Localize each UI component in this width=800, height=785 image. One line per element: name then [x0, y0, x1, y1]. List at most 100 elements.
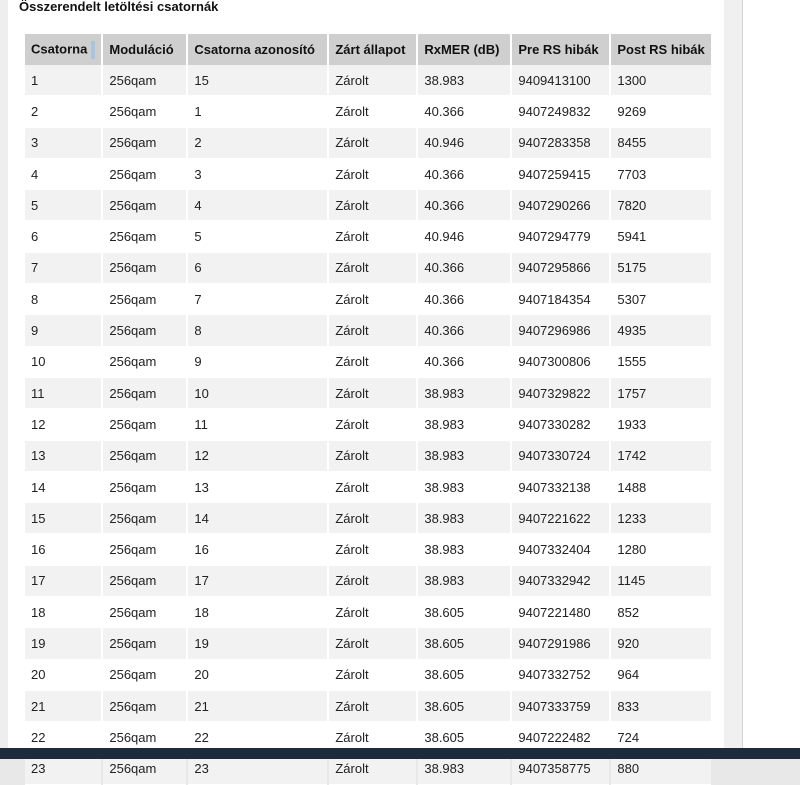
cell-channel-id: 1 — [188, 96, 328, 128]
table-row: 18 256qam 18 Zárolt 38.605 9407221480 852 — [25, 597, 711, 629]
cell-modulation: 256qam — [103, 252, 187, 285]
taskbar — [0, 748, 800, 759]
column-header-channel-id[interactable]: Csatorna azonosító — [188, 34, 328, 65]
cell-post-rs-errors: 4935 — [611, 315, 711, 347]
cell-post-rs-errors: 5941 — [611, 221, 711, 253]
column-header-rxmer[interactable]: RxMER (dB) — [418, 34, 511, 65]
cell-modulation: 256qam — [103, 534, 187, 566]
cell-channel-id: 2 — [188, 127, 328, 159]
column-header-post-rs-errors[interactable]: Post RS hibák — [611, 34, 711, 65]
right-blank-area — [743, 0, 800, 759]
column-header-label: Csatorna — [31, 40, 88, 56]
cell-post-rs-errors: 1300 — [611, 65, 711, 97]
cell-rxmer: 40.366 — [418, 96, 511, 128]
cell-post-rs-errors: 1145 — [611, 565, 711, 598]
cell-rxmer: 38.983 — [418, 409, 511, 441]
scrollbar-track[interactable] — [724, 0, 743, 759]
table-row: 9 256qam 8 Zárolt 40.366 9407296986 4935 — [25, 315, 711, 347]
table-row: 11 256qam 10 Zárolt 38.983 9407329822 1757 — [25, 377, 711, 410]
cell-channel: 15 — [25, 503, 102, 535]
cell-lock-status: Zárolt — [329, 471, 417, 504]
table-row: 3 256qam 2 Zárolt 40.946 9407283358 8455 — [25, 127, 711, 159]
cell-post-rs-errors: 1742 — [611, 440, 711, 472]
cell-rxmer: 38.605 — [418, 597, 511, 629]
cell-rxmer: 38.983 — [418, 534, 511, 566]
cell-rxmer: 40.366 — [418, 284, 511, 316]
cell-channel-id: 14 — [188, 503, 328, 535]
column-header-lock-status[interactable]: Zárt állapot — [329, 34, 417, 65]
cell-pre-rs-errors: 9407296986 — [512, 315, 610, 347]
cell-channel: 10 — [25, 346, 102, 378]
cell-post-rs-errors: 9269 — [611, 96, 711, 128]
cell-rxmer: 40.946 — [418, 221, 511, 253]
cell-pre-rs-errors: 9407283358 — [512, 127, 610, 159]
table-row: 12 256qam 11 Zárolt 38.983 9407330282 1933 — [25, 409, 711, 441]
cell-channel-id: 9 — [188, 346, 328, 378]
cell-channel-id: 19 — [188, 628, 328, 660]
cell-post-rs-errors: 1233 — [611, 503, 711, 535]
cell-lock-status: Zárolt — [329, 534, 417, 566]
table-row: 19 256qam 19 Zárolt 38.605 9407291986 920 — [25, 628, 711, 660]
cell-rxmer: 38.983 — [418, 503, 511, 535]
cell-channel-id: 6 — [188, 252, 328, 285]
cell-channel-id: 11 — [188, 409, 328, 441]
table-row: 8 256qam 7 Zárolt 40.366 9407184354 5307 — [25, 284, 711, 316]
cell-modulation: 256qam — [103, 127, 187, 159]
cell-rxmer: 38.983 — [418, 471, 511, 504]
cell-lock-status: Zárolt — [329, 127, 417, 159]
cell-modulation: 256qam — [103, 377, 187, 410]
table-row: 1 256qam 15 Zárolt 38.983 9409413100 1300 — [25, 65, 711, 97]
cell-pre-rs-errors: 9407330282 — [512, 409, 610, 441]
cell-rxmer: 40.366 — [418, 252, 511, 285]
column-header-channel[interactable]: Csatorna — [25, 34, 102, 65]
left-gutter — [0, 0, 8, 759]
column-resize-handle[interactable] — [91, 40, 96, 59]
cell-channel: 3 — [25, 127, 102, 159]
cell-pre-rs-errors: 9407332138 — [512, 471, 610, 504]
cell-channel: 8 — [25, 284, 102, 316]
cell-lock-status: Zárolt — [329, 190, 417, 222]
cell-pre-rs-errors: 9407290266 — [512, 190, 610, 222]
cell-lock-status: Zárolt — [329, 65, 417, 97]
column-header-pre-rs-errors[interactable]: Pre RS hibák — [512, 34, 610, 65]
cell-rxmer: 38.983 — [418, 377, 511, 410]
cell-channel: 6 — [25, 221, 102, 253]
cell-channel: 20 — [25, 659, 102, 691]
cell-post-rs-errors: 852 — [611, 597, 711, 629]
cell-modulation: 256qam — [103, 628, 187, 660]
cell-pre-rs-errors: 9407332404 — [512, 534, 610, 566]
cell-modulation: 256qam — [103, 65, 187, 97]
cell-channel: 14 — [25, 471, 102, 504]
cell-rxmer: 38.605 — [418, 659, 511, 691]
cell-lock-status: Zárolt — [329, 158, 417, 191]
cell-pre-rs-errors: 9407249832 — [512, 96, 610, 128]
cell-modulation: 256qam — [103, 565, 187, 598]
cell-rxmer: 40.366 — [418, 346, 511, 378]
table-row: 14 256qam 13 Zárolt 38.983 9407332138 1488 — [25, 471, 711, 504]
cell-lock-status: Zárolt — [329, 377, 417, 410]
cell-modulation: 256qam — [103, 409, 187, 441]
cell-pre-rs-errors: 9407295866 — [512, 252, 610, 285]
cell-rxmer: 40.366 — [418, 158, 511, 191]
downstream-channels-table: Csatorna Moduláció Csatorna azonosító Zá… — [23, 34, 713, 785]
cell-lock-status: Zárolt — [329, 628, 417, 660]
table-row: 5 256qam 4 Zárolt 40.366 9407290266 7820 — [25, 190, 711, 222]
column-header-modulation[interactable]: Moduláció — [103, 34, 187, 65]
cell-channel-id: 4 — [188, 190, 328, 222]
table-row: 6 256qam 5 Zárolt 40.946 9407294779 5941 — [25, 221, 711, 253]
cell-post-rs-errors: 1488 — [611, 471, 711, 504]
cell-pre-rs-errors: 9407329822 — [512, 377, 610, 410]
cell-pre-rs-errors: 9407332752 — [512, 659, 610, 691]
cell-pre-rs-errors: 9407294779 — [512, 221, 610, 253]
cell-modulation: 256qam — [103, 503, 187, 535]
cell-channel: 12 — [25, 409, 102, 441]
cell-lock-status: Zárolt — [329, 315, 417, 347]
cell-lock-status: Zárolt — [329, 503, 417, 535]
table-row: 15 256qam 14 Zárolt 38.983 9407221622 1233 — [25, 503, 711, 535]
table-row: 7 256qam 6 Zárolt 40.366 9407295866 5175 — [25, 252, 711, 285]
table-row: 21 256qam 21 Zárolt 38.605 9407333759 833 — [25, 690, 711, 723]
cell-post-rs-errors: 1757 — [611, 377, 711, 410]
cell-channel-id: 10 — [188, 377, 328, 410]
cell-lock-status: Zárolt — [329, 409, 417, 441]
cell-lock-status: Zárolt — [329, 565, 417, 598]
